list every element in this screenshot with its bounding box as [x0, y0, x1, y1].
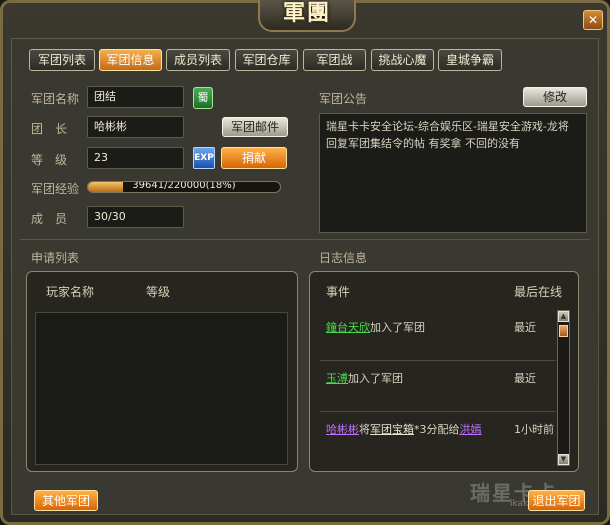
- log-time: 1小时前: [514, 423, 554, 436]
- log-row: 鐘台天欣加入了军团 最近: [320, 314, 556, 361]
- col-event: 事件: [326, 285, 351, 299]
- edit-notice-button[interactable]: 修改: [523, 87, 587, 107]
- log-row: 哈彬彬将军团宝箱*3分配给洪嫣 1小时前: [320, 416, 556, 462]
- tab-challenge-demon[interactable]: 挑战心魔: [371, 49, 434, 71]
- tab-legion-info[interactable]: 军团信息: [99, 49, 162, 71]
- legion-mail-button[interactable]: 军团邮件: [222, 117, 288, 137]
- members-label: 成 员: [31, 212, 68, 226]
- leader-label: 团 长: [31, 122, 68, 136]
- log-time: 最近: [514, 321, 536, 334]
- log-time: 最近: [514, 372, 536, 385]
- item-link[interactable]: 军团宝箱: [370, 423, 414, 436]
- leader-field: 哈彬彬: [87, 116, 184, 138]
- legion-exp-label: 军团经验: [31, 182, 80, 196]
- notice-board: 瑞星卡卡安全论坛-综合娱乐区-瑞星安全游戏-龙将 回复军团集结令的帖 有奖拿 不…: [319, 113, 587, 233]
- legion-name-field: 团结: [87, 86, 184, 108]
- exp-icon: EXP: [193, 147, 215, 169]
- tab-legion-war[interactable]: 军团战: [303, 49, 366, 71]
- legion-exp-text: 39641/220000(18%): [132, 181, 236, 191]
- apply-list[interactable]: [35, 312, 288, 465]
- log-event: 玉溥加入了军团: [326, 370, 403, 386]
- level-label: 等 级: [31, 153, 68, 167]
- members-field: 30/30: [87, 206, 184, 228]
- log-event: 鐘台天欣加入了军团: [326, 319, 425, 335]
- scroll-down-icon[interactable]: ▼: [558, 454, 569, 465]
- faction-badge: 蜀: [193, 87, 213, 109]
- col-last-online: 最后在线: [514, 285, 563, 299]
- scroll-thumb[interactable]: [559, 325, 568, 337]
- player-link[interactable]: 鐘台天欣: [326, 321, 370, 334]
- close-icon[interactable]: ✕: [583, 10, 603, 30]
- notice-title: 军团公告: [319, 92, 368, 106]
- player-link[interactable]: 洪嫣: [460, 423, 482, 436]
- tab-member-list[interactable]: 成员列表: [166, 49, 230, 71]
- tab-imperial-contest[interactable]: 皇城争霸: [438, 49, 502, 71]
- log-row: 玉溥加入了军团 最近: [320, 365, 556, 412]
- log-event: 哈彬彬将军团宝箱*3分配给洪嫣: [326, 421, 482, 437]
- scroll-up-icon[interactable]: ▲: [558, 311, 569, 322]
- col-player-name: 玩家名称: [46, 285, 95, 299]
- legion-name-label: 军团名称: [31, 92, 80, 106]
- col-level: 等级: [146, 285, 171, 299]
- window-title: 軍團: [258, 0, 356, 32]
- log-title: 日志信息: [319, 251, 368, 265]
- player-link[interactable]: 玉溥: [326, 372, 348, 385]
- legion-exp-bar: 39641/220000(18%): [87, 181, 281, 193]
- apply-list-title: 申请列表: [31, 251, 80, 265]
- player-link[interactable]: 哈彬彬: [326, 423, 359, 436]
- leave-legion-button[interactable]: 退出军团: [528, 490, 585, 511]
- log-action: *3分配给: [414, 423, 460, 436]
- level-field: 23: [87, 147, 184, 169]
- log-action: 加入了军团: [370, 321, 425, 334]
- other-legions-button[interactable]: 其他军团: [34, 490, 98, 511]
- tab-legion-list[interactable]: 军团列表: [29, 49, 95, 71]
- section-divider: [20, 239, 590, 240]
- tab-legion-warehouse[interactable]: 军团仓库: [235, 49, 298, 71]
- log-action: 加入了军团: [348, 372, 403, 385]
- donate-button[interactable]: 捐献: [221, 147, 287, 169]
- log-scrollbar[interactable]: ▲ ▼: [557, 310, 570, 466]
- log-action: 将: [359, 423, 370, 436]
